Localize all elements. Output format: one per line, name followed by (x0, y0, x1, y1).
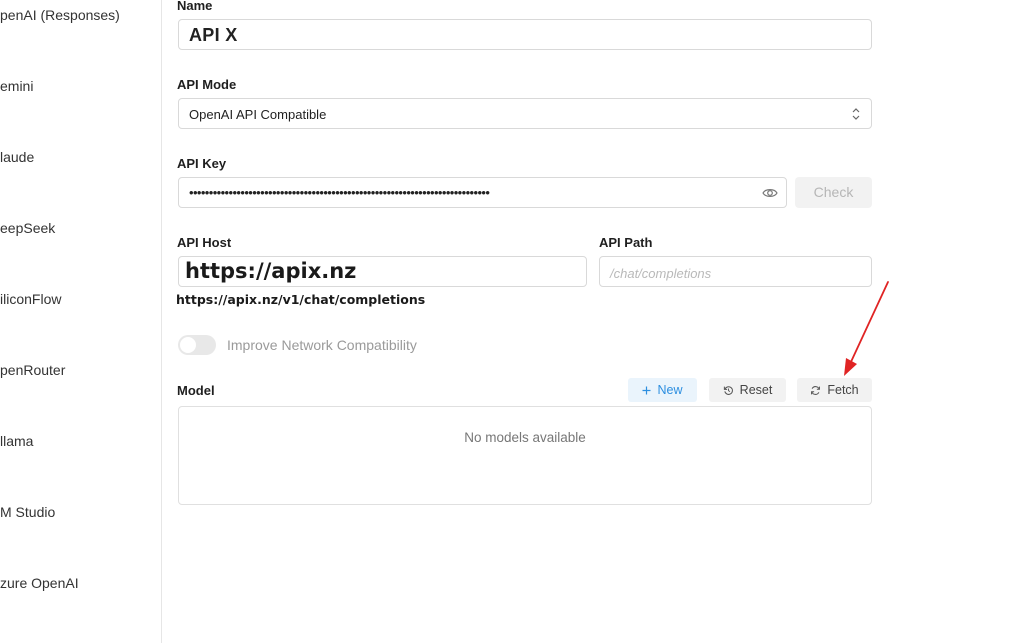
check-button[interactable]: Check (795, 177, 872, 208)
name-input[interactable]: API X (178, 19, 872, 50)
chevron-up-down-icon (852, 108, 860, 120)
api-mode-label: API Mode (177, 77, 237, 92)
model-list: No models available (178, 406, 872, 505)
api-mode-select[interactable]: OpenAI API Compatible (178, 98, 872, 129)
sidebar-item-deepseek[interactable]: eepSeek (0, 220, 55, 236)
api-host-input[interactable]: https://apix.nz (178, 256, 587, 287)
sidebar-item-openrouter[interactable]: penRouter (0, 362, 65, 378)
annotation-arrow (844, 281, 889, 376)
plus-icon (642, 386, 651, 395)
rotate-ccw-icon (723, 386, 733, 396)
toggle-knob (180, 337, 196, 353)
refresh-icon (811, 386, 821, 396)
empty-models-text: No models available (464, 430, 586, 445)
network-compatibility-label: Improve Network Compatibility (227, 337, 417, 353)
network-compatibility-toggle[interactable] (178, 335, 216, 355)
api-mode-value: OpenAI API Compatible (189, 107, 327, 122)
provider-settings-panel: Name API X API Mode OpenAI API Compatibl… (162, 0, 1024, 643)
new-model-button-label: New (657, 383, 683, 397)
eye-icon[interactable] (762, 186, 778, 200)
fetch-models-button[interactable]: Fetch (797, 378, 872, 402)
fetch-models-button-label: Fetch (827, 383, 859, 397)
model-label: Model (177, 383, 215, 398)
api-key-value: ••••••••••••••••••••••••••••••••••••••••… (189, 185, 490, 200)
api-key-label: API Key (177, 156, 227, 171)
name-input-value: API X (189, 25, 238, 45)
provider-sidebar: penAI (Responses) emini laude eepSeek il… (0, 0, 162, 643)
api-host-label: API Host (177, 235, 232, 250)
api-host-value: https://apix.nz (185, 259, 357, 283)
sidebar-item-gemini[interactable]: emini (0, 78, 33, 94)
sidebar-item-openai-responses[interactable]: penAI (Responses) (0, 7, 120, 23)
api-key-input[interactable]: ••••••••••••••••••••••••••••••••••••••••… (178, 177, 787, 208)
api-path-input[interactable]: /chat/completions (599, 256, 872, 287)
sidebar-item-siliconflow[interactable]: iliconFlow (0, 291, 61, 307)
reset-models-button-label: Reset (739, 383, 773, 397)
new-model-button[interactable]: New (628, 378, 697, 402)
sidebar-item-lm-studio[interactable]: M Studio (0, 504, 55, 520)
reset-models-button[interactable]: Reset (709, 378, 786, 402)
api-path-placeholder: /chat/completions (610, 266, 712, 281)
name-label: Name (177, 0, 213, 13)
resolved-endpoint-url: https://apix.nz/v1/chat/completions (176, 292, 426, 307)
sidebar-item-claude[interactable]: laude (0, 149, 34, 165)
sidebar-item-ollama[interactable]: llama (0, 433, 33, 449)
sidebar-item-azure-openai[interactable]: zure OpenAI (0, 575, 79, 591)
api-path-label: API Path (599, 235, 653, 250)
